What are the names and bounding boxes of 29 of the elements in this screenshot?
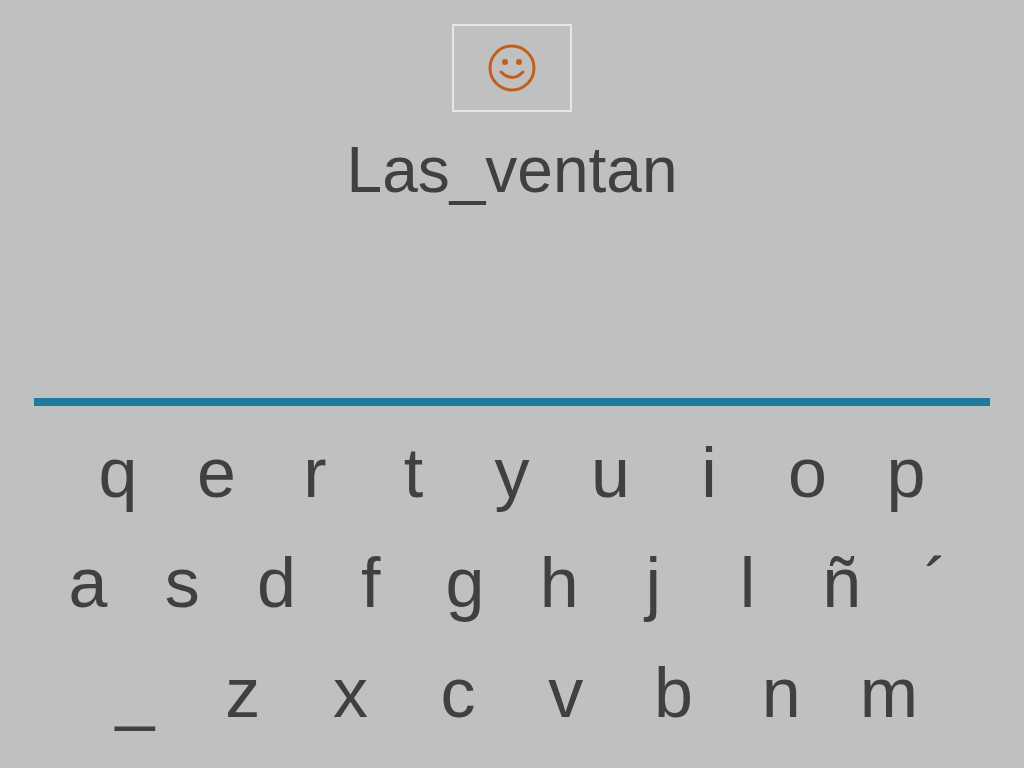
letter-key[interactable]: m <box>858 648 919 738</box>
letter-key[interactable]: j <box>623 538 684 628</box>
letter-key[interactable]: a <box>58 538 118 628</box>
letter-key[interactable]: p <box>876 428 936 518</box>
letter-key[interactable]: h <box>529 538 590 628</box>
letter-key[interactable]: b <box>643 648 704 738</box>
letter-key[interactable]: t <box>383 428 444 518</box>
letter-key[interactable]: y <box>482 428 542 518</box>
letter-key[interactable]: e <box>186 428 247 518</box>
letter-key[interactable]: z <box>212 648 273 738</box>
letter-key[interactable]: r <box>285 428 345 518</box>
letter-key[interactable]: d <box>246 538 307 628</box>
letter-key[interactable]: ´ <box>905 538 966 628</box>
letter-key[interactable]: _ <box>105 648 165 738</box>
letter-key[interactable]: v <box>535 648 596 738</box>
letter-key[interactable]: c <box>428 648 489 738</box>
letter-key[interactable]: g <box>434 538 495 628</box>
letter-key[interactable]: s <box>152 538 213 628</box>
letter-key[interactable]: l <box>717 538 778 628</box>
letter-key[interactable]: o <box>777 428 838 518</box>
answer-word: Las_ventan <box>346 133 678 208</box>
letter-key[interactable]: q <box>88 428 148 518</box>
letter-key[interactable]: f <box>340 538 401 628</box>
letter-key[interactable]: u <box>580 428 641 518</box>
letter-key[interactable]: n <box>751 648 812 738</box>
letter-key[interactable]: i <box>679 428 739 518</box>
letter-key[interactable]: ñ <box>811 538 872 628</box>
smiley-icon <box>487 43 537 93</box>
letter-key[interactable]: x <box>320 648 381 738</box>
